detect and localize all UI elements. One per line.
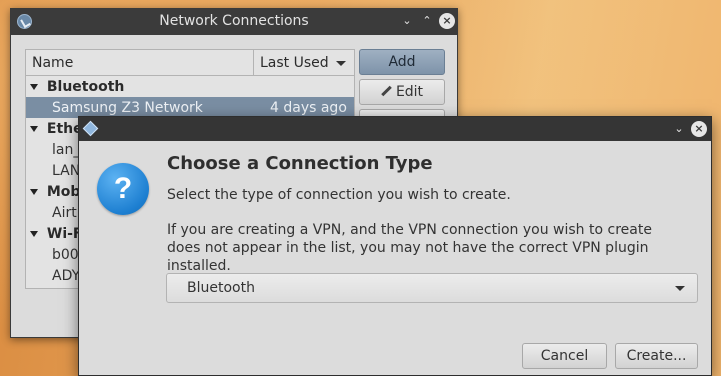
dialog-subtitle: Select the type of connection you wish t… [167,187,511,203]
question-icon: ? [97,163,149,215]
add-button[interactable]: Add [359,49,445,75]
chevron-down-icon [675,286,685,291]
sort-down-icon [336,61,346,66]
edit-button-label: Edit [395,84,424,100]
item-name: Airt [52,205,77,221]
dialog-close-icon[interactable]: × [691,121,707,137]
list-header: Name Last Used [26,50,354,76]
item-name: b00 [52,247,79,263]
main-titlebar: Network Connections ⌄ ⌃ × [11,9,457,35]
item-last-used: 4 days ago [270,100,347,116]
group-bluetooth[interactable]: Bluetooth [26,76,354,97]
edit-button[interactable]: Edit [359,79,445,105]
column-header-name[interactable]: Name [26,50,254,75]
pencil-icon [381,86,392,97]
maximize-chevron-icon[interactable]: ⌃ [419,13,435,29]
cancel-button[interactable]: Cancel [522,343,607,369]
item-name: LAN [52,163,81,179]
item-name: Samsung Z3 Network [52,100,203,116]
choose-connection-type-dialog: ⌄ × ? Choose a Connection Type Select th… [78,116,712,376]
minimize-chevron-icon[interactable]: ⌄ [399,13,415,29]
dialog-info-text: If you are creating a VPN, and the VPN c… [167,222,652,274]
expander-down-icon [30,231,38,237]
dialog-titlebar: ⌄ × [79,117,711,141]
create-button[interactable]: Create... [615,343,698,369]
expander-down-icon [30,189,38,195]
item-name: ADY [52,268,81,284]
dialog-diamond-icon [82,120,99,137]
dialog-minimize-chevron-icon[interactable]: ⌄ [671,121,687,137]
dialog-body: ? Choose a Connection Type Select the ty… [79,141,711,375]
group-label: Bluetooth [46,79,125,95]
column-header-last-used-label: Last Used [260,55,329,71]
connection-type-select[interactable]: Bluetooth [166,273,698,303]
dialog-heading: Choose a Connection Type [167,153,433,174]
connection-type-value: Bluetooth [187,280,255,296]
main-window-title: Network Connections [159,13,309,29]
item-name: lan_ [52,142,81,158]
expander-down-icon [30,126,38,132]
expander-down-icon [30,84,38,90]
close-icon[interactable]: × [439,13,455,29]
list-item[interactable]: Samsung Z3 Network 4 days ago [26,97,354,118]
column-header-last-used[interactable]: Last Used [254,50,354,75]
